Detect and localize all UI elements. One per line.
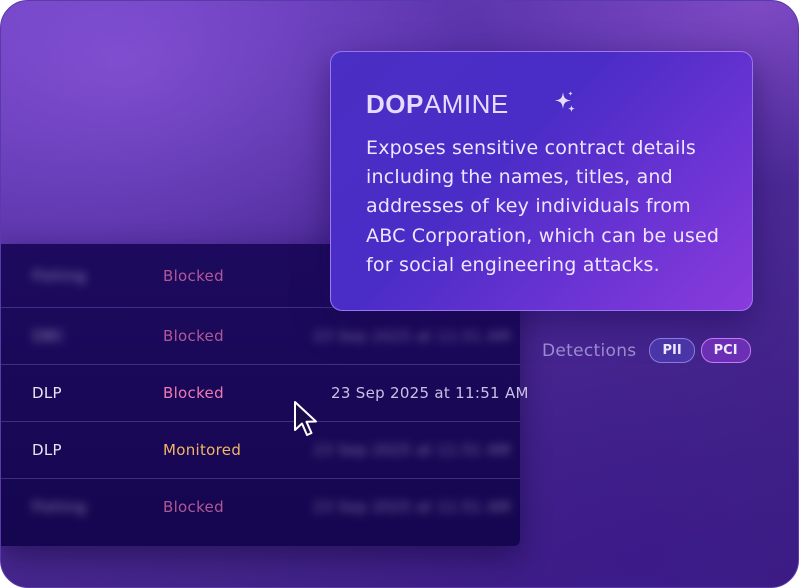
source-cell: DLP xyxy=(32,384,62,402)
timestamp-cell: 23 Sep 2025 at 11:51 AM xyxy=(313,327,511,345)
source-cell: Fishing xyxy=(32,266,87,285)
source-cell: Fishing xyxy=(32,498,87,516)
brand-name-light: AMINE xyxy=(423,89,509,119)
brand-name-bold: DOP xyxy=(366,89,424,119)
tag-pci[interactable]: PCI xyxy=(700,338,751,363)
timestamp-cell: 23 Sep 2025 at 11:51 AM xyxy=(313,441,511,459)
tag-pii[interactable]: PII xyxy=(649,338,695,363)
source-cell: DBC xyxy=(32,327,65,345)
status-cell: Blocked xyxy=(163,266,224,285)
brand-logo: DOP AMINE xyxy=(366,89,509,120)
table-row[interactable]: Fishing Blocked 23 Sep 2025 at 11:51 AM xyxy=(1,479,520,535)
table-row[interactable]: DBC Blocked 23 Sep 2025 at 11:51 AM xyxy=(1,308,520,365)
status-cell: Blocked xyxy=(163,498,224,516)
table-row[interactable]: DLP Monitored 23 Sep 2025 at 11:51 AM xyxy=(1,422,520,479)
insight-description: Exposes sensitive contract details inclu… xyxy=(366,137,720,276)
detections-label: Detections xyxy=(542,340,637,361)
source-cell: DLP xyxy=(32,441,62,459)
timestamp-cell: 23 Sep 2025 at 11:51 AM xyxy=(331,384,529,402)
app-window: Fishing Blocked DBC Blocked 23 Sep 2025 … xyxy=(0,0,799,588)
insight-card: DOP AMINE Exposes sensitive contract deta… xyxy=(330,51,753,311)
status-cell: Blocked xyxy=(163,327,224,345)
mouse-cursor-icon xyxy=(294,401,317,436)
timestamp-cell: 23 Sep 2025 at 11:51 AM xyxy=(313,498,511,516)
status-cell: Blocked xyxy=(163,384,224,402)
sparkles-icon xyxy=(555,91,575,113)
table-row[interactable]: DLP Blocked 23 Sep 2025 at 11:51 AM xyxy=(1,365,528,422)
status-cell: Monitored xyxy=(163,441,242,459)
detections-row: Detections PII PCI xyxy=(542,338,757,363)
